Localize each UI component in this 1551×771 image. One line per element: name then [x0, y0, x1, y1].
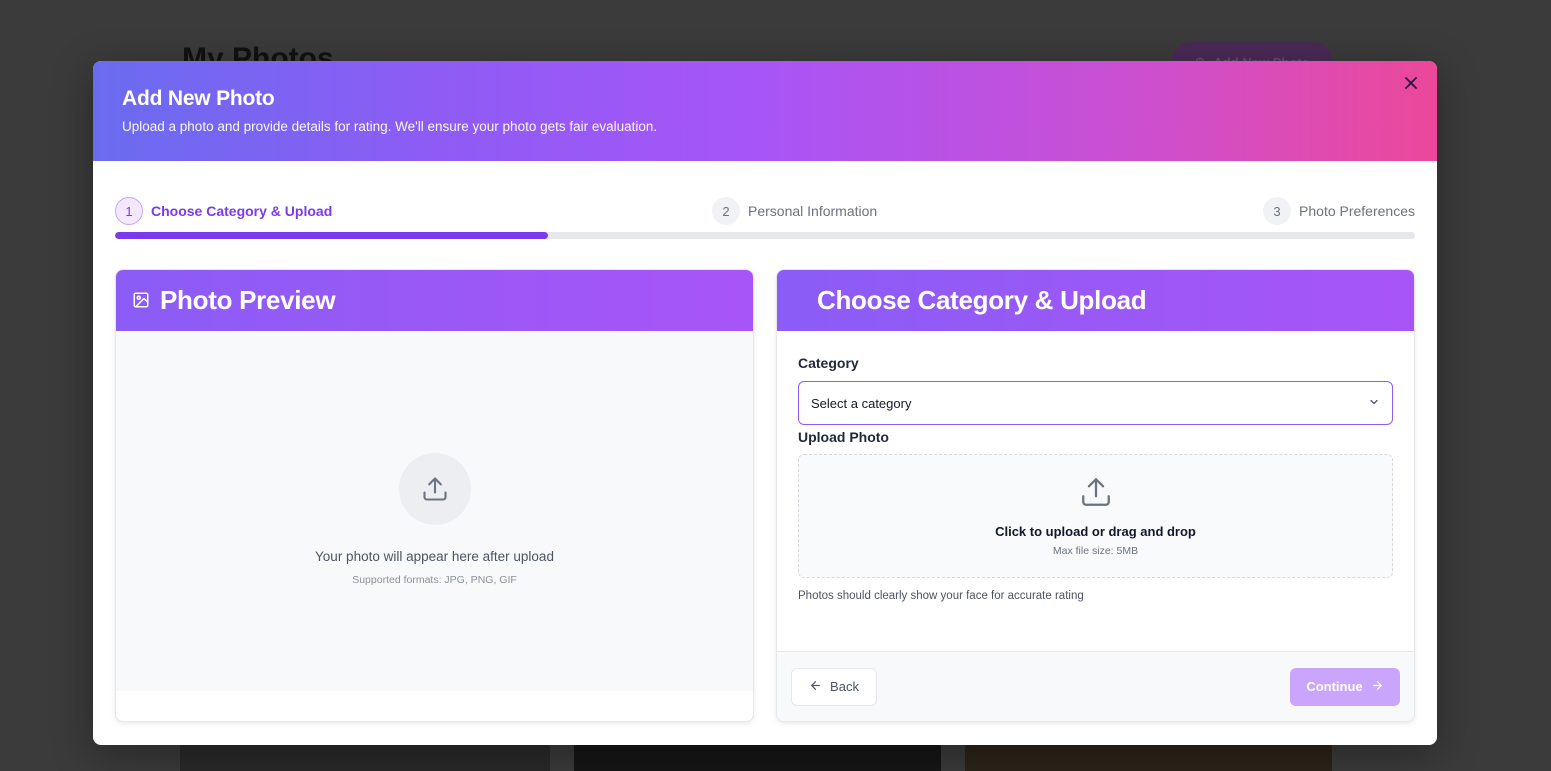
stepper: 1 Choose Category & Upload 2 Personal In…: [115, 197, 1415, 239]
step-number: 1: [115, 197, 143, 225]
continue-label: Continue: [1306, 679, 1363, 694]
upload-hint: Photos should clearly show your face for…: [798, 590, 1084, 602]
upload-icon: [1079, 475, 1113, 514]
progress-bar: [115, 232, 1415, 239]
upload-size-text: Max file size: 5MB: [1052, 545, 1139, 557]
photo-card: [965, 742, 1332, 771]
photo-preview-panel: Photo Preview Your photo will appear her…: [115, 269, 754, 722]
upload-dropzone[interactable]: Click to upload or drag and drop Max fil…: [798, 454, 1393, 578]
upload-main-text: Click to upload or drag and drop: [995, 524, 1196, 539]
preview-empty-text: Your photo will appear here after upload: [315, 548, 554, 564]
upload-icon: [398, 452, 471, 525]
photo-card: [180, 742, 550, 771]
step-label: Personal Information: [748, 203, 878, 219]
step-number: 2: [712, 197, 740, 225]
photo-preview-header: Photo Preview: [116, 270, 753, 331]
step-label: Choose Category & Upload: [151, 203, 333, 219]
preview-area: Your photo will appear here after upload…: [116, 331, 753, 691]
arrow-right-icon: [1371, 679, 1384, 695]
image-icon: [132, 285, 150, 316]
step-2: 2 Personal Information: [712, 197, 877, 225]
step-label: Photo Preferences: [1299, 203, 1415, 219]
panel-footer: Back Continue: [777, 651, 1414, 721]
step-3: 3 Photo Preferences: [1263, 197, 1415, 225]
category-select[interactable]: Select a category: [798, 381, 1393, 425]
chevron-down-icon: [1368, 396, 1380, 411]
back-label: Back: [830, 679, 859, 694]
modal-subtitle: Upload a photo and provide details for r…: [122, 119, 658, 134]
modal-header: Add New Photo Upload a photo and provide…: [93, 61, 1437, 161]
photo-preview-title: Photo Preview: [160, 285, 336, 315]
continue-button[interactable]: Continue: [1290, 667, 1400, 706]
arrow-left-icon: [809, 679, 822, 695]
back-button[interactable]: Back: [791, 667, 877, 706]
upload-photo-label: Upload Photo: [798, 429, 889, 445]
category-upload-header: Choose Category & Upload: [777, 270, 1414, 331]
photo-card: [574, 742, 941, 771]
progress-fill: [115, 232, 548, 239]
modal-title: Add New Photo: [122, 87, 275, 110]
step-1: 1 Choose Category & Upload: [115, 197, 332, 225]
category-select-value: Select a category: [811, 395, 912, 411]
form-body: Category Select a category Upload Photo …: [777, 331, 1414, 653]
category-upload-title: Choose Category & Upload: [817, 285, 1147, 315]
close-icon[interactable]: [1401, 73, 1421, 93]
category-label: Category: [798, 355, 859, 371]
step-number: 3: [1263, 197, 1292, 225]
preview-formats-text: Supported formats: JPG, PNG, GIF: [352, 573, 517, 586]
category-upload-panel: Choose Category & Upload Category Select…: [776, 269, 1415, 722]
add-photo-modal: Add New Photo Upload a photo and provide…: [93, 61, 1437, 745]
